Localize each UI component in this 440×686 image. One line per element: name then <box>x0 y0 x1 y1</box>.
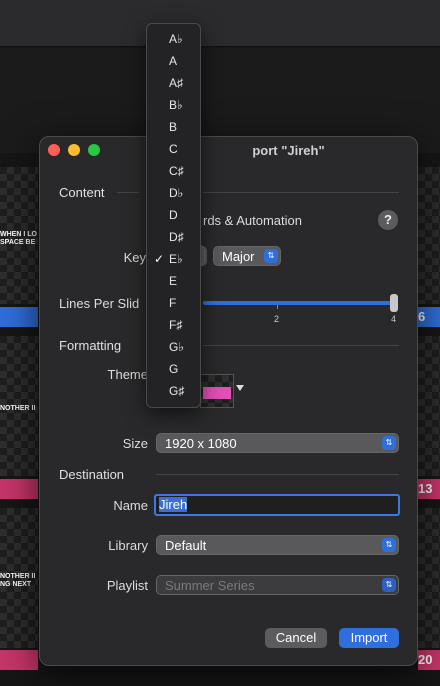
cancel-button[interactable]: Cancel <box>265 628 327 648</box>
key-label: Key <box>123 250 146 265</box>
slide-thumbnail[interactable] <box>418 336 440 476</box>
size-label: Size <box>122 436 148 451</box>
key-menu-item-label: C♯ <box>169 164 184 178</box>
slider-knob[interactable] <box>390 294 398 312</box>
name-input[interactable]: Jireh <box>154 494 400 516</box>
key-menu-item[interactable]: D <box>147 204 200 226</box>
key-menu-item[interactable]: F♯ <box>147 314 200 336</box>
formatting-section-label: Formatting <box>59 338 122 353</box>
slide-lyric-text: NG NEXT <box>0 581 32 588</box>
key-menu-item-label: F♯ <box>169 318 183 332</box>
chevron-down-icon[interactable] <box>236 385 244 391</box>
playlist-value: Summer Series <box>165 578 255 593</box>
key-menu-item[interactable]: G♯ <box>147 380 200 402</box>
size-popup[interactable]: 1920 x 1080 ⇅ <box>156 433 399 453</box>
library-value: Default <box>165 538 207 553</box>
key-menu-item-label: D <box>169 208 178 222</box>
lines-per-slide-label: Lines Per Slid <box>59 296 140 311</box>
key-menu-item-label: B <box>169 120 178 134</box>
key-menu-item-label: B♭ <box>169 98 183 112</box>
formatting-divider <box>203 345 399 346</box>
slide-label-bar <box>0 479 38 499</box>
slide-lyric-text: NOTHER II <box>0 573 36 580</box>
key-menu-item[interactable]: C♯ <box>147 160 200 182</box>
key-menu-item[interactable]: E <box>147 270 200 292</box>
slider-tick-label: 2 <box>274 314 280 324</box>
key-menu-item[interactable]: F <box>147 292 200 314</box>
key-menu-item[interactable]: G♭ <box>147 336 200 358</box>
destination-divider <box>156 474 399 475</box>
key-menu-item[interactable]: C <box>147 138 200 160</box>
help-button[interactable]: ? <box>378 210 398 230</box>
slide-lyric-text: NOTHER II <box>0 405 36 412</box>
key-menu-item-label: A <box>169 54 178 68</box>
key-menu-item[interactable]: D♯ <box>147 226 200 248</box>
content-section-label: Content <box>59 185 105 200</box>
slide-lyric-text: WHEN I LO <box>0 231 37 238</box>
key-menu-item[interactable]: A♭ <box>147 28 200 50</box>
dialog-titlebar: port "Jireh" <box>40 137 417 164</box>
slide-number: 13 <box>418 481 433 496</box>
mode-value: Major <box>222 249 255 264</box>
key-menu-item[interactable]: D♭ <box>147 182 200 204</box>
key-menu-item[interactable]: A <box>147 50 200 72</box>
destination-section-label: Destination <box>59 467 125 482</box>
key-menu-item-label: E♭ <box>169 252 183 266</box>
theme-thumbnail[interactable] <box>200 374 234 408</box>
size-value: 1920 x 1080 <box>165 436 237 451</box>
chevron-updown-icon: ⇅ <box>382 436 396 450</box>
zoom-window-button[interactable] <box>88 144 100 156</box>
slider-tick <box>277 305 278 309</box>
close-window-button[interactable] <box>48 144 60 156</box>
theme-preview-bar <box>203 387 231 399</box>
slide-number: 20 <box>418 652 433 667</box>
key-menu-item[interactable]: A♯ <box>147 72 200 94</box>
checkmark-icon: ✓ <box>154 252 165 266</box>
name-input-value: Jireh <box>159 497 188 512</box>
key-menu-item-label: A♭ <box>169 32 183 46</box>
chevron-updown-icon: ⇅ <box>264 249 278 263</box>
chevron-updown-icon: ⇅ <box>382 578 396 592</box>
key-menu-item-label: E <box>169 274 178 288</box>
key-menu-item[interactable]: G <box>147 358 200 380</box>
playlist-popup[interactable]: Summer Series ⇅ <box>156 575 399 595</box>
key-menu-item-label: G <box>169 362 179 376</box>
key-menu-item-label: D♯ <box>169 230 184 244</box>
key-menu-item-selected[interactable]: ✓ E♭ <box>147 248 200 270</box>
lines-per-slide-slider[interactable] <box>203 301 395 305</box>
key-menu-item[interactable]: B <box>147 116 200 138</box>
playlist-label: Playlist <box>106 578 148 593</box>
key-menu-item-label: A♯ <box>169 76 184 90</box>
slider-tick-label: 4 <box>391 314 397 324</box>
mode-popup[interactable]: Major ⇅ <box>213 246 281 266</box>
slide-number: 6 <box>418 309 426 324</box>
chevron-updown-icon: ⇅ <box>382 538 396 552</box>
app-toolbar <box>0 0 440 47</box>
key-menu-item-label: D♭ <box>169 186 184 200</box>
key-dropdown-menu: A♭ A A♯ B♭ B C C♯ D♭ D D♯ ✓ E♭ E F F♯ G♭ … <box>146 23 201 408</box>
key-menu-item-label: G♭ <box>169 340 184 354</box>
chords-automation-checkbox-label[interactable]: rds & Automation <box>203 213 302 228</box>
minimize-window-button[interactable] <box>68 144 80 156</box>
slide-label-bar <box>0 650 38 670</box>
slide-thumbnail[interactable] <box>418 508 440 648</box>
content-divider <box>117 192 139 193</box>
slide-lyric-text: SPACE BE <box>0 239 36 246</box>
key-menu-item[interactable]: B♭ <box>147 94 200 116</box>
library-popup[interactable]: Default ⇅ <box>156 535 399 555</box>
theme-label: Theme <box>107 367 148 382</box>
slide-label-bar <box>0 307 38 327</box>
key-menu-item-label: G♯ <box>169 384 185 398</box>
key-menu-item-label: C <box>169 142 178 156</box>
key-menu-item-label: F <box>169 296 177 310</box>
name-label: Name <box>113 498 148 513</box>
import-dialog: port "Jireh" Content rds & Automation ? … <box>39 136 418 666</box>
content-divider <box>203 192 399 193</box>
slide-thumbnail[interactable] <box>418 167 440 304</box>
library-label: Library <box>108 538 148 553</box>
import-button[interactable]: Import <box>339 628 399 648</box>
